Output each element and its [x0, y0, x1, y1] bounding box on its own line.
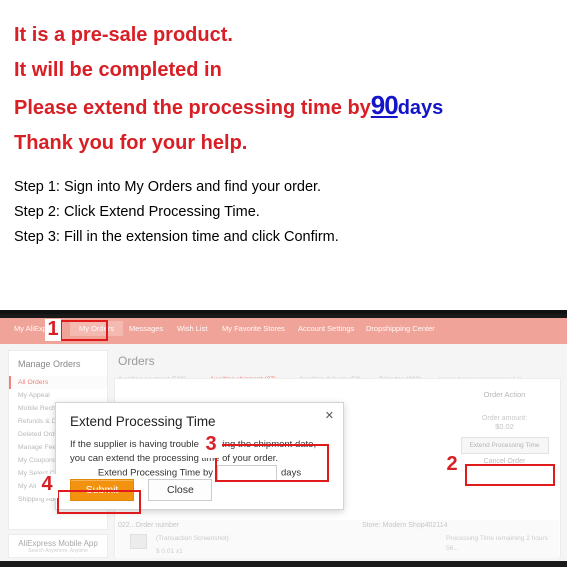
annotation-number-1: 1: [45, 319, 61, 341]
annotation-number-3: 3: [200, 434, 222, 458]
nav-item-messages[interactable]: Messages: [129, 324, 163, 333]
order-product-title[interactable]: (Transaction Screenshot): [156, 535, 229, 542]
order-action-heading: Order Action: [483, 390, 526, 399]
screenshot-frame: My AliExpress My Orders Messages Wish Li…: [0, 310, 567, 567]
extension-days-unit: days: [397, 97, 444, 119]
extend-processing-time-button[interactable]: Extend Processing Time: [460, 437, 549, 454]
page-title: Orders: [118, 354, 155, 368]
step-2: Step 2: Click Extend Processing Time.: [14, 204, 260, 220]
order-amount-value: $0.02: [495, 422, 514, 431]
sidebar-heading: Manage Orders: [18, 359, 81, 369]
product-thumbnail-icon[interactable]: [130, 534, 147, 549]
order-number: 022...Order number: [118, 522, 180, 529]
notice-line-2: It will be completed in: [14, 59, 222, 81]
nav-item-wish-list[interactable]: Wish List: [177, 324, 207, 333]
step-1: Step 1: Sign into My Orders and find you…: [14, 179, 322, 195]
pre-sale-notice: It is a pre-sale product. It will be com…: [0, 0, 567, 161]
nav-item-my-favorite-stores[interactable]: My Favorite Stores: [222, 324, 285, 333]
modal-field-prefix: Extend Processing Time by: [97, 467, 214, 479]
notice-line-3: Please extend the processing time by90da…: [14, 88, 553, 126]
mobile-app-promo[interactable]: AliExpress Mobile App Search Anywhere, A…: [8, 534, 108, 558]
mobile-app-promo-subtitle: Search Anywhere, Anytime: [28, 548, 88, 554]
order-processing-time: Processing Time remaining 2 hours 56...: [446, 535, 548, 552]
close-icon[interactable]: ✕: [325, 409, 334, 422]
order-store[interactable]: Store: Modern Shop402114: [362, 522, 448, 529]
step-3: Step 3: Fill in the extension time and c…: [14, 229, 339, 245]
annotation-number-4: 4: [36, 474, 58, 498]
order-product-price: $ 0.01 x1: [156, 548, 183, 555]
order-row: 022...Order number Store: Modern Shop402…: [116, 520, 559, 558]
sidebar-item-my-appeal[interactable]: My Appeal: [9, 389, 107, 402]
steps-list: Step 1: Sign into My Orders and find you…: [0, 161, 567, 250]
order-action-panel: Order Action Order amount: $0.02 Extend …: [452, 390, 557, 465]
mobile-app-promo-title: AliExpress Mobile App: [18, 539, 98, 548]
close-button[interactable]: Close: [148, 479, 213, 501]
aliexpress-screenshot: My AliExpress My Orders Messages Wish Li…: [0, 318, 567, 561]
nav-item-dropshipping-center[interactable]: Dropshipping Center: [366, 324, 435, 333]
sidebar-item-all-orders[interactable]: All Orders: [9, 376, 107, 389]
order-amount-label: Order amount:: [481, 415, 528, 422]
notice-line-4: Thank you for your help.: [14, 132, 248, 154]
annotation-box-3: [215, 444, 329, 482]
notice-line-3-prefix: Please extend the processing time by: [14, 97, 371, 119]
nav-item-account-settings[interactable]: Account Settings: [298, 324, 354, 333]
annotation-box-4: [57, 490, 141, 514]
annotation-number-2: 2: [441, 454, 463, 478]
annotation-box-1: [60, 320, 108, 341]
modal-title: Extend Processing Time: [70, 414, 216, 429]
extension-days-value: 90: [370, 90, 399, 120]
annotation-box-2: [465, 464, 555, 486]
notice-line-1: It is a pre-sale product.: [14, 24, 233, 46]
